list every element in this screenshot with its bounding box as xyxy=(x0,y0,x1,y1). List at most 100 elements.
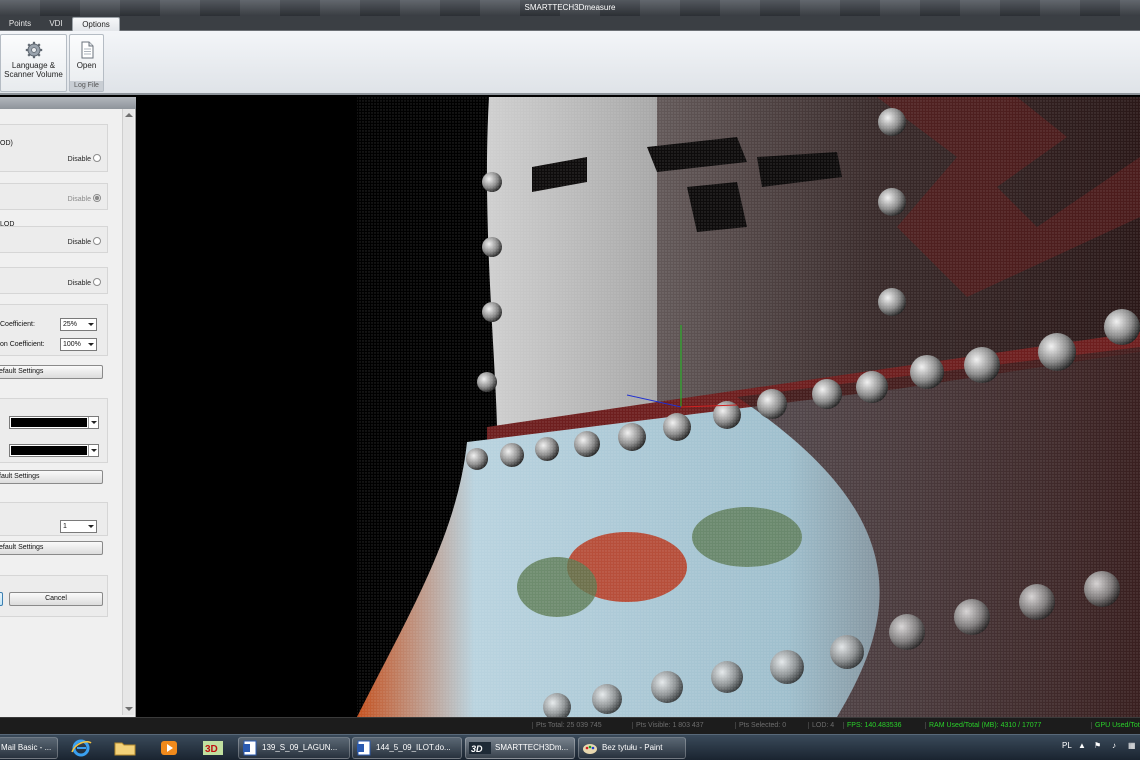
open-log-button[interactable]: Open xyxy=(70,35,103,82)
coefficient-select-1[interactable]: 25% xyxy=(60,318,97,331)
scroll-up-arrow-icon[interactable] xyxy=(125,113,133,117)
taskbar-doc-139-label: 139_S_09_LAGUN... xyxy=(262,743,338,752)
count-group: 1 xyxy=(0,502,108,536)
gear-icon xyxy=(25,41,42,59)
windows-taskbar: Mail Basic - ... 3D 139_S_09_LAGUN... 14… xyxy=(0,734,1140,760)
lod-group-3: Disable xyxy=(0,226,108,253)
chevron-down-icon xyxy=(86,340,95,349)
point-cloud-render xyxy=(357,97,1140,717)
radio-icon[interactable] xyxy=(93,278,101,286)
taskbar-doc-144[interactable]: 144_5_09_ILOT.do... xyxy=(352,737,462,759)
dialog-buttons-group: Cancel xyxy=(0,575,108,617)
folder-icon[interactable] xyxy=(110,738,140,758)
default-settings-button-1[interactable]: efault Settings xyxy=(0,365,103,379)
ribbon: Language & Scanner Volume Open Log File xyxy=(0,31,1140,95)
scanner-volume-label: Scanner Volume xyxy=(4,70,63,79)
settings-panel: OD) Disable Disable LOD Disable Disable … xyxy=(0,97,136,717)
group-caption-log-file: Log File xyxy=(70,81,103,91)
ribbon-group-language: Language & Scanner Volume xyxy=(0,34,67,92)
paint-icon xyxy=(583,743,597,754)
count-select[interactable]: 1 xyxy=(60,520,97,533)
3d-app-icon[interactable]: 3D xyxy=(198,738,228,758)
3d-viewport[interactable] xyxy=(137,97,1140,717)
status-pts-total: Pts Total: 25 039 745 xyxy=(532,722,602,729)
taskbar-doc-139[interactable]: 139_S_09_LAGUN... xyxy=(238,737,350,759)
color-swatch xyxy=(11,446,87,455)
default-settings-button-2[interactable]: fault Settings xyxy=(0,470,103,484)
scroll-down-arrow-icon[interactable] xyxy=(125,707,133,711)
lod-group-1: OD) Disable xyxy=(0,124,108,172)
chevron-up-icon[interactable]: ▲ xyxy=(1078,741,1086,750)
flag-icon[interactable]: ⚑ xyxy=(1094,741,1101,750)
network-icon[interactable]: ▦ xyxy=(1128,741,1136,750)
taskbar-paint[interactable]: Bez tytułu - Paint xyxy=(578,737,686,759)
disable-radio-2[interactable]: Disable xyxy=(68,194,101,203)
svg-text:3D: 3D xyxy=(471,744,483,754)
lod-group-4: Disable xyxy=(0,267,108,294)
color-group xyxy=(0,398,108,463)
chevron-down-icon xyxy=(86,320,95,329)
svg-text:3D: 3D xyxy=(205,744,218,755)
disable-radio-1[interactable]: Disable xyxy=(68,154,101,163)
count-value: 1 xyxy=(63,523,67,530)
coefficient-select-2[interactable]: 100% xyxy=(60,338,97,351)
taskbar-mail[interactable]: Mail Basic - ... xyxy=(0,737,58,759)
coefficient-label-1: Coefficient: xyxy=(0,321,35,328)
open-label: Open xyxy=(76,61,97,70)
title-bar: SMARTTECH3Dmeasure xyxy=(0,0,1140,16)
color-swatch xyxy=(11,418,87,427)
media-player-icon[interactable] xyxy=(154,738,184,758)
disable-radio-3[interactable]: Disable xyxy=(68,237,101,246)
ribbon-tabs: Points VDI Options xyxy=(0,16,1140,31)
taskbar-doc-144-label: 144_5_09_ILOT.do... xyxy=(376,743,451,752)
default-settings-button-3[interactable]: efault Settings xyxy=(0,541,103,555)
ie-icon[interactable] xyxy=(66,738,96,758)
language-scanner-volume-button[interactable]: Language & Scanner Volume xyxy=(1,35,66,82)
word-doc-icon xyxy=(243,740,257,756)
tab-options[interactable]: Options xyxy=(72,17,120,31)
word-doc-icon xyxy=(357,740,371,756)
tab-points[interactable]: Points xyxy=(0,17,40,31)
disable-label: Disable xyxy=(67,239,91,246)
status-gpu: GPU Used/Tot xyxy=(1091,722,1140,729)
ribbon-group-log-file: Open Log File xyxy=(69,34,104,92)
status-fps: FPS: 140.483536 xyxy=(843,722,902,729)
status-pts-visible: Pts Visible: 1 803 437 xyxy=(632,722,704,729)
ok-button[interactable] xyxy=(0,592,3,606)
radio-icon[interactable] xyxy=(93,237,101,245)
app-window: SMARTTECH3Dmeasure Points VDI Options La xyxy=(0,0,1140,760)
disable-radio-4[interactable]: Disable xyxy=(68,278,101,287)
tab-vdi[interactable]: VDI xyxy=(40,17,72,31)
disable-label: Disable xyxy=(67,196,91,203)
color-picker-2[interactable] xyxy=(9,444,99,457)
lod-label: OD) xyxy=(0,140,13,147)
taskbar-smarttech-label: SMARTTECH3Dm... xyxy=(495,743,569,752)
taskbar-smarttech[interactable]: 3D SMARTTECH3Dm... xyxy=(465,737,575,759)
language-indicator[interactable]: PL xyxy=(1062,741,1072,750)
status-lod: LOD: 4 xyxy=(808,722,834,729)
3d-app-icon: 3D xyxy=(469,741,491,754)
coefficient-value-2: 100% xyxy=(63,341,81,348)
radio-icon[interactable] xyxy=(93,154,101,162)
cancel-button[interactable]: Cancel xyxy=(9,592,103,606)
chevron-down-icon xyxy=(88,417,98,428)
lod-group-2: Disable xyxy=(0,183,108,210)
coefficient-label-2: on Coefficient: xyxy=(0,341,45,348)
chevron-down-icon xyxy=(88,445,98,456)
document-icon xyxy=(81,41,93,59)
radio-icon[interactable] xyxy=(93,194,101,202)
disable-label: Disable xyxy=(67,280,91,287)
status-ram: RAM Used/Total (MB): 4310 / 17077 xyxy=(925,722,1041,729)
window-title: SMARTTECH3Dmeasure xyxy=(524,3,616,12)
speaker-icon[interactable]: ♪ xyxy=(1112,741,1116,750)
disable-label: Disable xyxy=(67,156,91,163)
status-bar: Pts Total: 25 039 745 Pts Visible: 1 803… xyxy=(0,717,1140,734)
panel-scrollbar[interactable] xyxy=(122,109,134,715)
coefficient-value-1: 25% xyxy=(63,321,78,328)
taskbar-paint-label: Bez tytułu - Paint xyxy=(602,743,663,752)
status-pts-selected: Pts Selected: 0 xyxy=(735,722,786,729)
coefficient-group: Coefficient: 25% on Coefficient: 100% xyxy=(0,304,108,356)
chevron-down-icon xyxy=(86,522,95,531)
color-picker-1[interactable] xyxy=(9,416,99,429)
language-label: Language & xyxy=(11,61,56,70)
